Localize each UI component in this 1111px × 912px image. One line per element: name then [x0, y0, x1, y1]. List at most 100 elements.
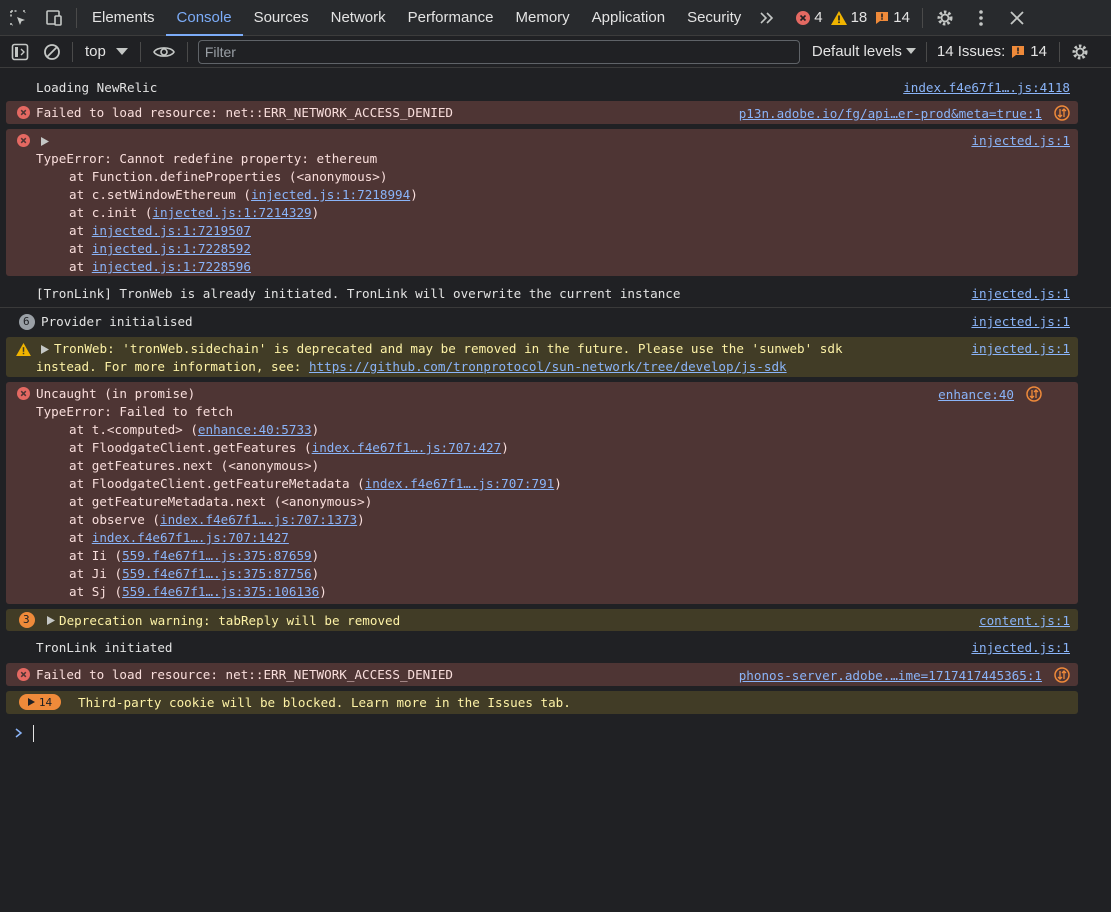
tab-sources[interactable]: Sources: [243, 0, 320, 36]
source-link-container: enhance:40: [938, 386, 1042, 402]
tab-divider: [921, 7, 923, 28]
error-icon: [17, 106, 30, 119]
log-message: 6 Provider initialised injected.js:1: [6, 310, 1078, 332]
close-icon[interactable]: [999, 0, 1035, 36]
source-link[interactable]: index.f4e67f1….js:4118: [903, 80, 1070, 95]
stack-frame: at c.init (injected.js:1:7214329): [69, 205, 320, 220]
stack-link[interactable]: injected.js:1:7219507: [92, 223, 251, 238]
error-title: TypeError: Cannot redefine property: eth…: [36, 151, 378, 166]
tab-application[interactable]: Application: [581, 0, 676, 36]
tab-memory[interactable]: Memory: [505, 0, 581, 36]
stack-link[interactable]: index.f4e67f1….js:707:427: [312, 440, 502, 455]
error-icon: [17, 668, 30, 681]
source-link[interactable]: p13n.adobe.io/fg/api…er-prod&meta=true:1: [739, 106, 1042, 121]
source-link[interactable]: injected.js:1: [971, 286, 1070, 301]
stack-link[interactable]: 559.f4e67f1….js:375:106136: [122, 584, 319, 599]
source-link[interactable]: injected.js:1: [971, 341, 1070, 356]
context-selector-label: top: [85, 43, 106, 60]
filter-input[interactable]: [197, 39, 800, 64]
message-text: Failed to load resource: net::ERR_NETWOR…: [36, 667, 454, 682]
log-message: TronLink initiated injected.js:1: [6, 636, 1078, 658]
prompt-chevron-icon: [15, 728, 23, 738]
more-options-icon[interactable]: [963, 0, 999, 36]
devtools-tab-bar: Elements Console Sources Network Perform…: [0, 0, 1111, 36]
issue-icon: [1012, 45, 1025, 58]
warning-message: TronWeb: 'tronWeb.sidechain' is deprecat…: [6, 337, 1078, 377]
tab-elements[interactable]: Elements: [81, 0, 166, 36]
tab-divider: [76, 7, 77, 28]
tab-console[interactable]: Console: [165, 0, 243, 36]
message-counts[interactable]: 4 18 14: [796, 9, 918, 26]
source-link[interactable]: injected.js:1: [971, 314, 1070, 329]
source-link[interactable]: content.js:1: [979, 613, 1070, 628]
live-expression-eye-icon[interactable]: [145, 36, 183, 68]
warning-message: 3 Deprecation warning: tabReply will be …: [6, 609, 1078, 631]
stack-frame: at Ii (559.f4e67f1….js:375:87659): [69, 548, 320, 563]
stack-link[interactable]: 559.f4e67f1….js:375:87659: [122, 548, 312, 563]
error-title: Uncaught (in promise): [36, 386, 196, 401]
tab-performance[interactable]: Performance: [397, 0, 505, 36]
dropdown-arrow-icon: [905, 48, 916, 54]
source-link[interactable]: enhance:40: [938, 387, 1014, 402]
issue-count-pill[interactable]: 14: [19, 694, 61, 710]
console-settings-gear-icon[interactable]: [1064, 36, 1096, 68]
stack-link[interactable]: injected.js:1:7218994: [251, 187, 410, 202]
expand-triangle-icon: [41, 345, 49, 354]
repeat-count: 6: [23, 315, 30, 328]
stack-frame: at FloodgateClient.getFeatures (index.f4…: [69, 440, 509, 455]
issues-label: 14 Issues:: [936, 43, 1006, 60]
console-prompt[interactable]: [0, 722, 1111, 746]
message-text: Provider initialised: [41, 314, 193, 329]
warning-count: 18: [830, 9, 867, 26]
stack-frame: at c.setWindowEthereum (injected.js:1:72…: [69, 187, 418, 202]
settings-gear-icon[interactable]: [927, 0, 963, 36]
error-message: Uncaught (in promise) enhance:40 TypeErr…: [6, 382, 1078, 604]
tab-security[interactable]: Security: [676, 0, 752, 36]
source-link[interactable]: phonos-server.adobe.…ime=1717417445365:1: [739, 668, 1042, 683]
warning-icon: [16, 343, 31, 356]
stack-frame: at Function.defineProperties (<anonymous…: [69, 169, 388, 184]
log-levels-label: Default levels: [811, 43, 902, 60]
issues-button[interactable]: 14 Issues: 14: [937, 43, 1047, 60]
stack-frame: at observe (index.f4e67f1….js:707:1373): [69, 512, 365, 527]
console-toolbar: top Default levels 14 Issues: 14: [0, 36, 1111, 68]
stack-frame: at getFeatures.next (<anonymous>): [69, 458, 320, 473]
stack-link[interactable]: injected.js:1:7228592: [92, 241, 251, 256]
toolbar-divider: [1058, 41, 1060, 62]
docs-link[interactable]: https://github.com/tronprotocol/sun-netw…: [309, 359, 787, 374]
message-text: [TronLink] TronWeb is already initiated.…: [36, 286, 681, 301]
message-divider: [0, 307, 1111, 308]
source-link[interactable]: injected.js:1: [971, 640, 1070, 655]
text-cursor: [33, 725, 34, 742]
error-icon: [17, 387, 30, 400]
console-messages: Loading NewRelic index.f4e67f1….js:4118 …: [0, 72, 1111, 912]
repeat-count: 3: [23, 613, 30, 626]
stack-link[interactable]: index.f4e67f1….js:707:1373: [160, 512, 357, 527]
tab-network[interactable]: Network: [320, 0, 397, 36]
error-count: 4: [796, 9, 823, 26]
device-toolbar-icon[interactable]: [36, 0, 72, 36]
stack-link[interactable]: injected.js:1:7228596: [92, 259, 251, 274]
issue-count: 14: [38, 695, 53, 709]
stack-frame: at t.<computed> (enhance:40:5733): [69, 422, 320, 437]
message-text: TronLink initiated: [36, 640, 173, 655]
more-tabs-icon[interactable]: [752, 0, 782, 36]
stack-link[interactable]: enhance:40:5733: [198, 422, 312, 437]
message-text: Loading NewRelic: [36, 80, 158, 95]
stack-frame: at injected.js:1:7219507: [69, 223, 251, 238]
expand-triangle-icon: [47, 616, 55, 625]
stack-link[interactable]: injected.js:1:7214329: [152, 205, 311, 220]
clear-console-icon[interactable]: [36, 36, 68, 68]
context-selector[interactable]: top: [77, 43, 136, 60]
stack-link[interactable]: index.f4e67f1….js:707:1427: [92, 530, 289, 545]
stack-link[interactable]: index.f4e67f1….js:707:791: [365, 476, 555, 491]
source-link[interactable]: injected.js:1: [971, 133, 1070, 148]
error-message: injected.js:1 TypeError: Cannot redefine…: [6, 129, 1078, 276]
stack-frame: at Sj (559.f4e67f1….js:375:106136): [69, 584, 327, 599]
inspect-element-icon[interactable]: [0, 0, 36, 36]
sidebar-toggle-icon[interactable]: [4, 36, 36, 68]
issue-message[interactable]: 14 Third-party cookie will be blocked. L…: [6, 691, 1078, 714]
expand-triangle-icon: [41, 137, 49, 146]
log-levels-dropdown[interactable]: Default levels: [812, 43, 916, 60]
stack-link[interactable]: 559.f4e67f1….js:375:87756: [122, 566, 312, 581]
